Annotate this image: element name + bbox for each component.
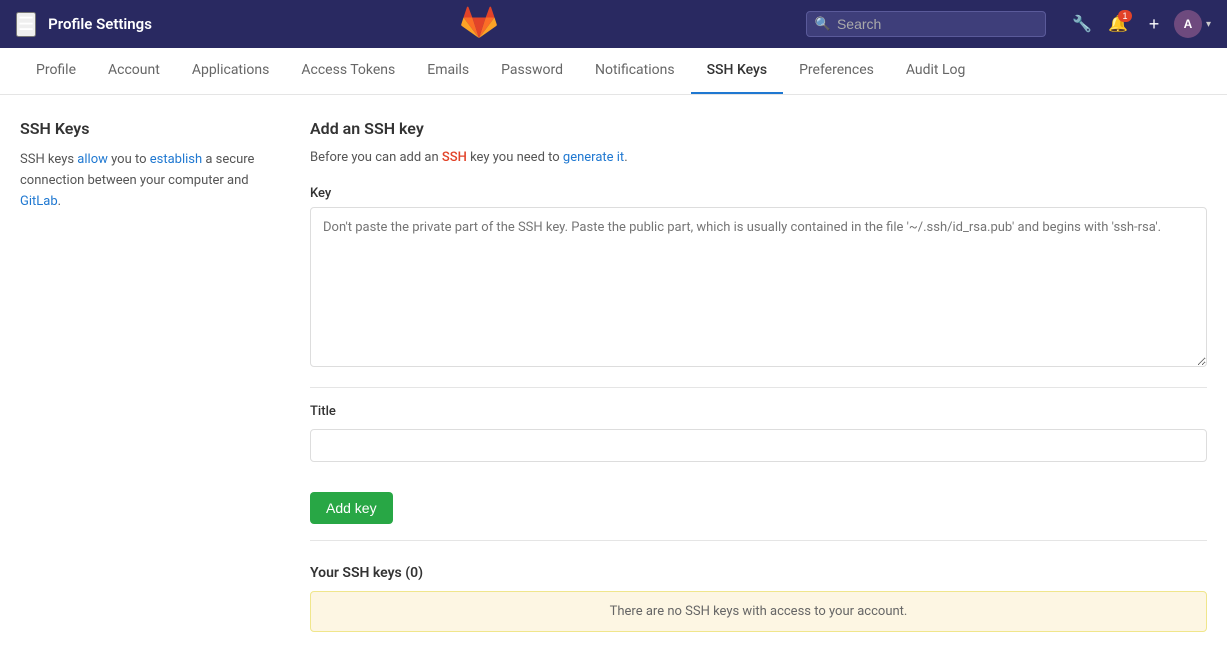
tab-preferences[interactable]: Preferences: [783, 48, 890, 94]
ssh-keys-section: Your SSH keys (0) There are no SSH keys …: [310, 565, 1207, 632]
top-bar-actions: 🔧 🔔 1 + A ▾: [1066, 8, 1211, 40]
tab-profile[interactable]: Profile: [20, 48, 92, 94]
key-field-block: Key: [310, 186, 1207, 371]
ssh-link[interactable]: SSH: [442, 150, 467, 165]
secondary-nav: Profile Account Applications Access Toke…: [0, 48, 1227, 95]
allow-link[interactable]: allow: [77, 152, 108, 167]
chevron-down-icon: ▾: [1206, 19, 1211, 30]
search-box[interactable]: 🔍: [806, 11, 1046, 37]
sidebar: SSH Keys SSH keys allow you to establish…: [20, 119, 270, 632]
plus-icon: +: [1149, 14, 1160, 35]
no-keys-notice: There are no SSH keys with access to you…: [310, 591, 1207, 632]
user-avatar-button[interactable]: A ▾: [1174, 10, 1211, 38]
divider-1: [310, 387, 1207, 388]
info-text: Before you can add an SSH key you need t…: [310, 148, 1207, 168]
page-title: Profile Settings: [48, 15, 152, 33]
main-content: SSH Keys SSH keys allow you to establish…: [0, 95, 1227, 656]
gitlab-logo: [461, 4, 497, 44]
avatar: A: [1174, 10, 1202, 38]
search-icon: 🔍: [815, 17, 831, 32]
tab-account[interactable]: Account: [92, 48, 176, 94]
wrench-icon: 🔧: [1072, 14, 1092, 34]
key-textarea[interactable]: [310, 207, 1207, 367]
gitlab-link[interactable]: GitLab: [20, 194, 58, 209]
form-title: Add an SSH key: [310, 119, 1207, 138]
tab-applications[interactable]: Applications: [176, 48, 286, 94]
tab-access-tokens[interactable]: Access Tokens: [285, 48, 411, 94]
establish-link[interactable]: establish: [150, 152, 202, 167]
content-area: Add an SSH key Before you can add an SSH…: [310, 119, 1207, 632]
wrench-button[interactable]: 🔧: [1066, 8, 1098, 40]
add-key-button[interactable]: Add key: [310, 492, 393, 524]
generate-link[interactable]: generate it: [563, 150, 624, 165]
tab-audit-log[interactable]: Audit Log: [890, 48, 982, 94]
sidebar-heading: SSH Keys: [20, 119, 270, 138]
new-item-button[interactable]: +: [1138, 8, 1170, 40]
tab-notifications[interactable]: Notifications: [579, 48, 691, 94]
tab-password[interactable]: Password: [485, 48, 579, 94]
tab-emails[interactable]: Emails: [411, 48, 485, 94]
sidebar-description: SSH keys allow you to establish a secure…: [20, 150, 270, 212]
notifications-button[interactable]: 🔔 1: [1102, 8, 1134, 40]
ssh-keys-header: Your SSH keys (0): [310, 565, 1207, 581]
divider-2: [310, 540, 1207, 541]
search-input[interactable]: [837, 16, 1037, 32]
notification-badge: 1: [1118, 10, 1132, 22]
title-input[interactable]: [310, 429, 1207, 462]
top-bar: ☰ Profile Settings 🔍 🔧 🔔 1 +: [0, 0, 1227, 48]
hamburger-icon[interactable]: ☰: [16, 12, 36, 37]
title-field-block: Title: [310, 404, 1207, 462]
title-label: Title: [310, 404, 1207, 419]
tab-ssh-keys[interactable]: SSH Keys: [691, 48, 784, 94]
key-label: Key: [310, 186, 1207, 201]
